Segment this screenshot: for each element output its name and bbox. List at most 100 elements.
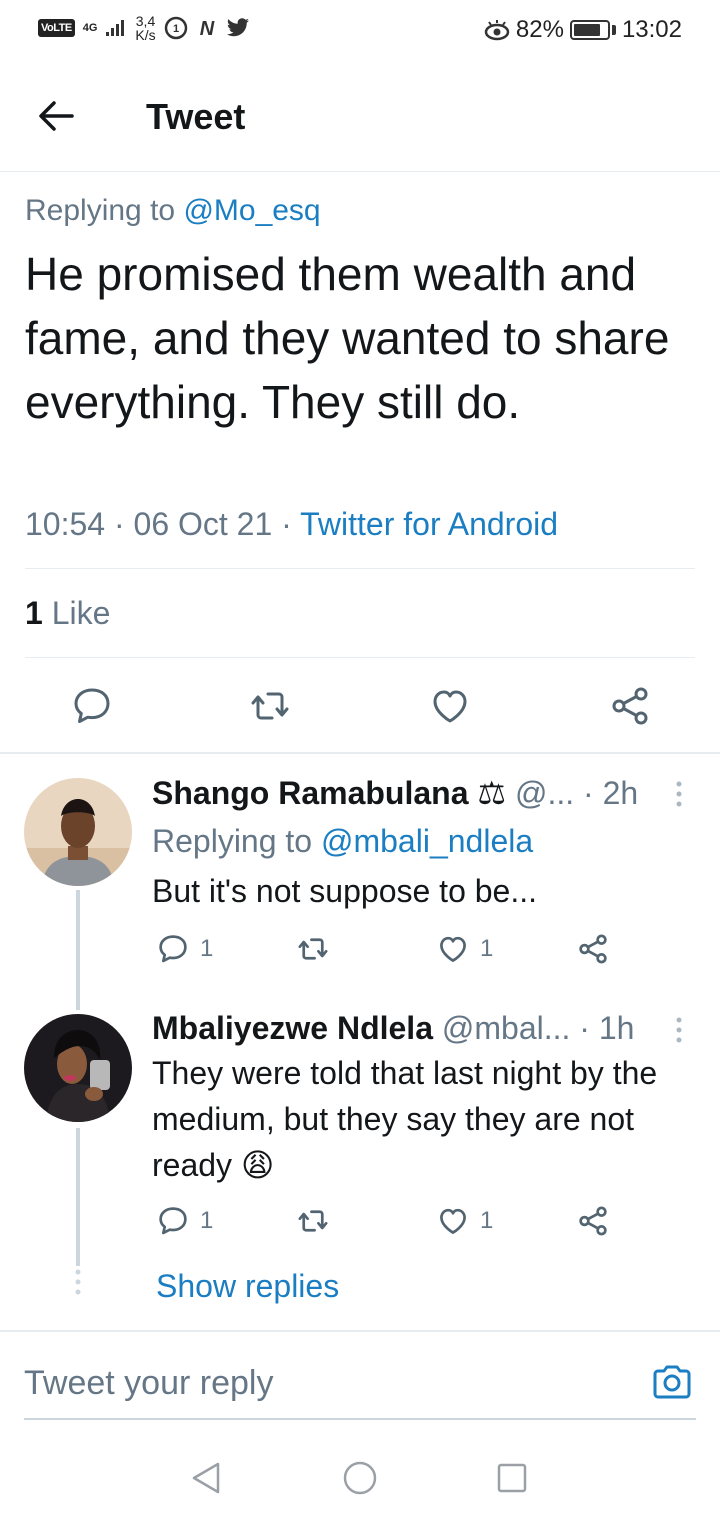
nav-back-button[interactable] — [186, 1458, 226, 1498]
retweet-button[interactable] — [296, 932, 330, 966]
tweet-meta: 10:54 · 06 Oct 21 · Twitter for Android — [25, 506, 559, 542]
like-count: 1 — [480, 1207, 494, 1234]
share-icon — [612, 687, 648, 725]
reply-button[interactable]: 1 — [156, 932, 213, 966]
avatar-image — [24, 778, 132, 886]
camera-icon — [653, 1365, 691, 1399]
reply-author-handle: @... — [506, 775, 575, 811]
triangle-back-icon — [192, 1462, 220, 1494]
reply-header: Shango Ramabulana ⚖ @... · 2h — [152, 774, 638, 812]
retweet-button[interactable] — [248, 684, 292, 728]
speech-bubble-icon — [159, 1207, 187, 1235]
divider — [25, 657, 695, 658]
retweet-icon — [298, 1210, 328, 1232]
heart-icon — [433, 690, 467, 723]
reply-author-handle: @mbal... — [432, 1010, 571, 1046]
tweet-replying-to: Replying to @Mo_esq — [25, 194, 321, 227]
share-button[interactable] — [576, 932, 610, 966]
heart-icon — [440, 936, 466, 962]
more-options-button[interactable] — [674, 1016, 684, 1051]
tweet-date: 06 Oct 21 — [133, 506, 273, 542]
like-button[interactable]: 1 — [436, 1204, 493, 1238]
reply-text: They were told that last night by the me… — [152, 1055, 658, 1183]
vertical-dots-icon — [75, 1269, 81, 1295]
twitter-bird-icon — [226, 18, 249, 37]
eye-comfort-icon — [484, 20, 510, 41]
system-nav-bar — [0, 1440, 720, 1520]
reply-header: Mbaliyezwe Ndlela @mbal... · 1h — [152, 1010, 634, 1047]
network-speed: 3,4 K/s — [135, 13, 156, 43]
section-divider — [0, 1330, 720, 1332]
arrow-left-icon — [39, 101, 74, 131]
reply-input-placeholder[interactable]: Tweet your reply — [24, 1364, 273, 1403]
tweet-actions — [0, 684, 720, 732]
reply-composer[interactable]: Tweet your reply — [24, 1360, 696, 1420]
avatar[interactable] — [24, 1014, 132, 1122]
reply-count: 1 — [200, 1207, 214, 1234]
notification-n-icon: N — [199, 18, 214, 39]
signal-icon — [106, 20, 125, 36]
battery-tip — [611, 25, 616, 35]
battery-fill — [573, 24, 601, 36]
thread-line — [76, 1128, 80, 1266]
retweet-button[interactable] — [296, 1204, 330, 1238]
like-button[interactable]: 1 — [436, 932, 493, 966]
battery-percent: 82% — [515, 16, 564, 43]
reply-age: · 2h — [574, 775, 639, 811]
share-icon — [579, 934, 607, 964]
avatar[interactable] — [24, 778, 132, 886]
reply-button[interactable]: 1 — [156, 1204, 213, 1238]
retweet-icon — [251, 692, 289, 720]
nav-home-button[interactable] — [340, 1458, 380, 1498]
app-header: Tweet — [0, 62, 720, 172]
nav-recents-button[interactable] — [492, 1458, 532, 1498]
camera-button[interactable] — [650, 1360, 694, 1404]
tweet-time: 10:54 — [25, 506, 106, 542]
reply-count: 1 — [200, 935, 214, 962]
more-options-button[interactable] — [674, 780, 684, 815]
page-title: Tweet — [146, 96, 246, 137]
reply-text: But it's not suppose to be... — [152, 873, 538, 909]
volte-badge: VoLTE — [38, 19, 75, 37]
share-button[interactable] — [576, 1204, 610, 1238]
svg-text:1: 1 — [173, 23, 179, 35]
reply-age: · 1h — [570, 1010, 635, 1046]
status-bar: VoLTE 4G 3,4 K/s 1 N 82% 13:02 — [0, 0, 720, 62]
tweet-text: He promised them wealth and fame, and th… — [25, 248, 670, 428]
circle-home-icon — [343, 1461, 377, 1495]
divider — [25, 568, 695, 569]
speech-bubble-icon — [74, 688, 110, 723]
svg-text:N: N — [199, 18, 214, 39]
status-left: VoLTE 4G 3,4 K/s 1 N — [38, 14, 250, 42]
square-recents-icon — [497, 1463, 527, 1493]
reply-actions: 1 1 — [152, 1204, 632, 1244]
like-button[interactable] — [428, 684, 472, 728]
reply-author-name[interactable]: Mbaliyezwe Ndlela — [152, 1010, 433, 1046]
battery-icon — [569, 20, 610, 40]
reply-actions: 1 1 — [152, 932, 632, 972]
speech-bubble-icon — [159, 935, 187, 963]
network-type: 4G — [82, 22, 98, 34]
avatar-image — [24, 1014, 132, 1122]
replying-handle-link[interactable]: @mbali_ndlela — [321, 823, 533, 859]
more-replies-dots — [74, 1268, 82, 1303]
share-icon — [579, 1206, 607, 1236]
back-button[interactable] — [34, 94, 78, 138]
clock: 13:02 — [621, 16, 682, 43]
like-count: 1 — [480, 935, 494, 962]
more-vertical-icon — [676, 1017, 682, 1043]
more-vertical-icon — [676, 781, 682, 807]
share-button[interactable] — [608, 684, 652, 728]
reply-author-name[interactable]: Shango Ramabulana ⚖ — [152, 775, 506, 811]
reply-button[interactable] — [70, 684, 114, 728]
replying-handle-link[interactable]: @Mo_esq — [183, 194, 320, 227]
tweet-source-link[interactable]: Twitter for Android — [300, 506, 558, 542]
like-count-link[interactable]: 1 Like — [25, 595, 110, 632]
section-divider — [0, 752, 720, 754]
show-replies-link[interactable]: Show replies — [156, 1268, 339, 1305]
data-saver-icon: 1 — [164, 16, 187, 40]
thread-line — [76, 890, 80, 1010]
retweet-icon — [298, 938, 328, 960]
status-right: 82% 13:02 — [484, 16, 682, 44]
heart-icon — [440, 1208, 466, 1234]
